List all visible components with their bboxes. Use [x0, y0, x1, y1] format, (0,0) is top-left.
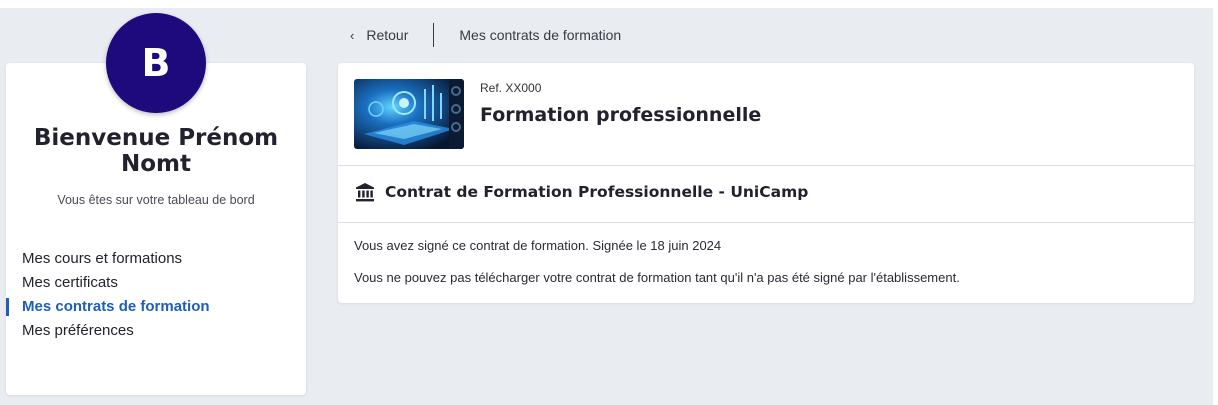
bank-icon — [356, 183, 374, 202]
contract-header: Contrat de Formation Professionnelle - U… — [354, 181, 808, 203]
download-message: Vous ne pouvez pas télécharger votre con… — [354, 270, 960, 285]
sidebar-item-contracts[interactable]: Mes contrats de formation — [6, 297, 306, 321]
breadcrumb-divider — [433, 23, 435, 47]
sidebar-item-certificates[interactable]: Mes certificats — [6, 273, 306, 297]
course-title: Formation professionnelle — [480, 104, 762, 126]
sidebar-item-courses[interactable]: Mes cours et formations — [6, 249, 306, 273]
signed-message: Vous avez signé ce contrat de formation.… — [354, 238, 722, 253]
breadcrumb-current: Mes contrats de formation — [459, 27, 622, 43]
breadcrumb: ‹ Retour Mes contrats de formation — [350, 22, 621, 48]
dashboard-subtitle: Vous êtes sur votre tableau de bord — [57, 193, 255, 207]
back-link[interactable]: ‹ Retour — [350, 27, 408, 43]
back-label: Retour — [366, 27, 409, 43]
sidebar-item-preferences[interactable]: Mes préférences — [6, 321, 306, 345]
chevron-left-icon: ‹ — [350, 27, 355, 43]
sidebar-nav: Mes cours et formations Mes certificats … — [6, 249, 306, 345]
contract-card: Ref. XX000 Formation professionnelle Con… — [338, 63, 1194, 303]
contract-title: Contrat de Formation Professionnelle - U… — [385, 183, 809, 201]
avatar: B — [106, 13, 206, 113]
course-thumbnail-image — [354, 79, 464, 149]
card-divider — [338, 165, 1194, 166]
welcome-heading: Bienvenue Prénom Nomt — [33, 125, 279, 177]
course-ref: Ref. XX000 — [480, 81, 542, 95]
card-divider — [338, 222, 1194, 223]
